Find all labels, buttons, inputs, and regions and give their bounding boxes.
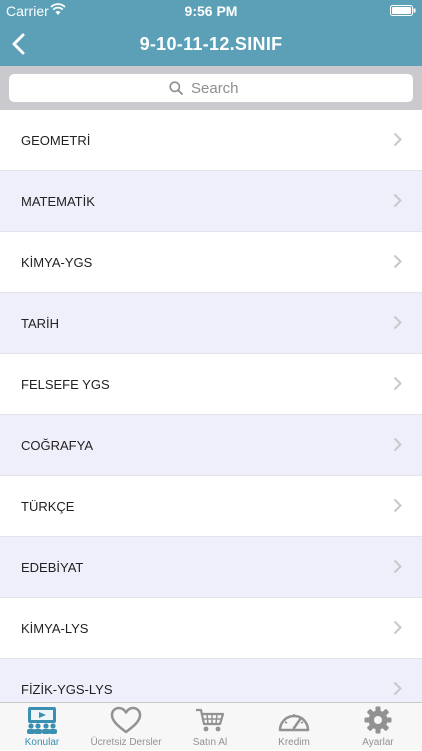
chevron-right-icon [393,498,402,513]
list-item-label: TARİH [21,316,60,331]
list-item-label: COĞRAFYA [21,438,93,453]
search-bar [0,66,422,110]
list-item-label: FİZİK-YGS-LYS [21,682,113,697]
battery-icon [390,5,416,16]
chevron-right-icon [393,132,402,147]
list-item-label: KİMYA-YGS [21,255,93,270]
list-item-label: GEOMETRİ [21,133,91,148]
list-item[interactable]: EDEBİYAT [0,537,422,598]
tab-label: Ücretsiz Dersler [90,737,162,748]
list-item[interactable]: COĞRAFYA [0,415,422,476]
list-item[interactable]: TARİH [0,293,422,354]
list-item[interactable]: GEOMETRİ [0,110,422,171]
list-item[interactable]: KİMYA-YGS [0,232,422,293]
chevron-right-icon [393,437,402,452]
heart-icon [110,706,142,734]
gauge-icon [278,714,310,732]
tab-konular[interactable]: Konular [0,703,84,751]
status-time: 9:56 PM [184,3,238,19]
chevron-right-icon [393,620,402,635]
list-item[interactable]: FİZİK-YGS-LYS [0,659,422,702]
search-icon [169,81,183,95]
cart-icon [196,708,225,732]
status-bar: Carrier 9:56 PM [0,0,422,22]
tab-satin-al[interactable]: Satın Al [168,703,252,751]
tab-label: Konular [24,737,60,748]
list-item[interactable]: MATEMATİK [0,171,422,232]
list-item-label: KİMYA-LYS [21,621,89,636]
chevron-right-icon [393,376,402,391]
tab-kredim[interactable]: Kredim [252,703,336,751]
tab-ucretsiz-dersler[interactable]: Ücretsiz Dersler [84,703,168,751]
list-item-label: TÜRKÇE [21,499,75,514]
search-input[interactable] [189,79,253,98]
list-item-label: FELSEFE YGS [21,377,110,392]
list-item[interactable]: KİMYA-LYS [0,598,422,659]
list-item[interactable]: FELSEFE YGS [0,354,422,415]
chevron-right-icon [393,681,402,696]
list-item-label: MATEMATİK [21,194,95,209]
tab-bar: Konular Ücretsiz Dersler Satın Al Kredim… [0,702,422,750]
chevron-right-icon [393,193,402,208]
subject-list: GEOMETRİ MATEMATİK KİMYA-YGS TARİH FELSE… [0,110,422,702]
tab-label: Kredim [278,737,310,748]
tab-ayarlar[interactable]: Ayarlar [336,703,420,751]
search-field[interactable] [9,74,413,102]
gear-icon [364,706,392,734]
tab-label: Satın Al [192,737,228,748]
tab-label: Ayarlar [362,737,394,748]
list-item-label: EDEBİYAT [21,560,84,575]
chevron-right-icon [393,254,402,269]
navigation-bar: 9-10-11-12.SINIF [0,22,422,66]
list-item[interactable]: TÜRKÇE [0,476,422,537]
classroom-icon [27,707,57,734]
page-title: 9-10-11-12.SINIF [139,34,283,54]
chevron-right-icon [393,315,402,330]
chevron-right-icon [393,559,402,574]
